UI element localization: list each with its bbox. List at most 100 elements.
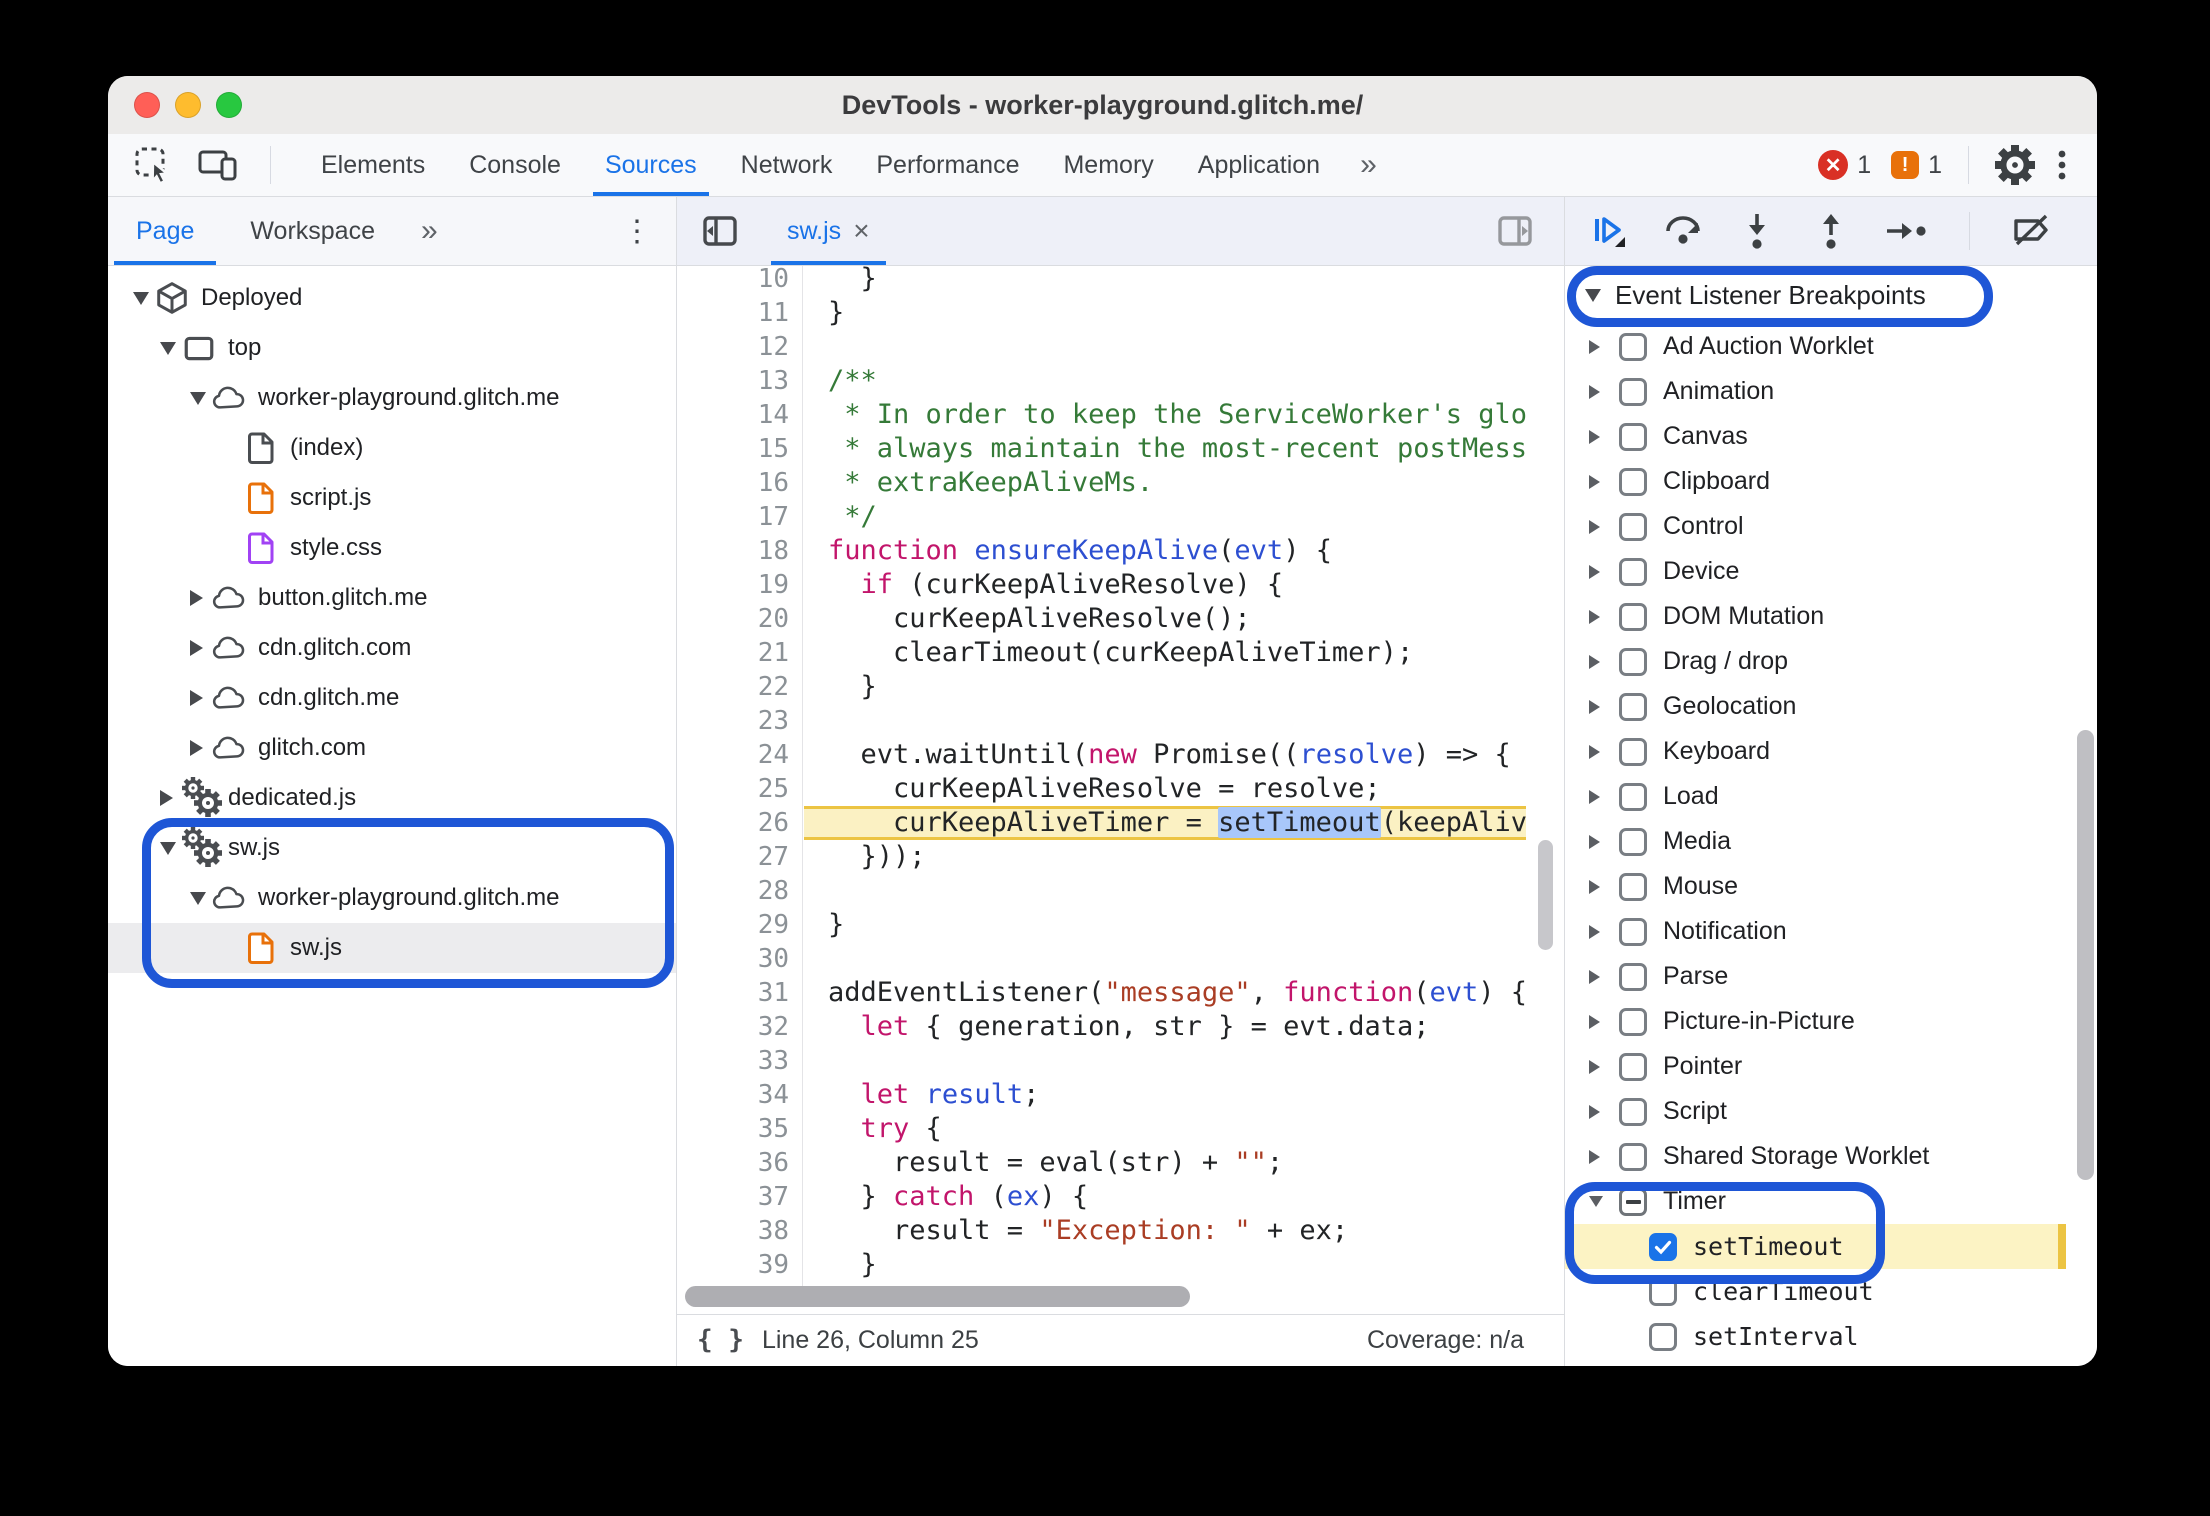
- breakpoint-category-animation[interactable]: Animation: [1565, 369, 2066, 414]
- line-number[interactable]: 19: [677, 568, 802, 602]
- line-number[interactable]: 32: [677, 1010, 802, 1044]
- tree-item-deployed[interactable]: Deployed: [108, 273, 676, 323]
- line-number[interactable]: 27: [677, 840, 802, 874]
- checkbox[interactable]: [1619, 377, 1647, 406]
- line-number[interactable]: 37: [677, 1180, 802, 1214]
- line-number[interactable]: 39: [677, 1248, 802, 1282]
- breakpoint-category-media[interactable]: Media: [1565, 819, 2066, 864]
- tab-elements[interactable]: Elements: [299, 134, 447, 196]
- line-number[interactable]: 21: [677, 636, 802, 670]
- code-editor[interactable]: }} /** * In order to keep the ServiceWork…: [804, 266, 1526, 1306]
- line-number[interactable]: 30: [677, 942, 802, 976]
- line-number[interactable]: 31: [677, 976, 802, 1010]
- minimize-window-button[interactable]: [175, 92, 201, 118]
- checkbox[interactable]: [1619, 332, 1647, 361]
- line-number[interactable]: 25: [677, 772, 802, 806]
- checkbox[interactable]: [1619, 737, 1647, 766]
- expand-icon[interactable]: [1589, 429, 1619, 444]
- step-over-icon[interactable]: [1663, 211, 1703, 251]
- line-number[interactable]: 33: [677, 1044, 802, 1078]
- checkbox[interactable]: [1619, 512, 1647, 541]
- checkbox[interactable]: [1619, 1097, 1647, 1126]
- checkbox[interactable]: [1649, 1322, 1677, 1351]
- checkbox[interactable]: [1619, 827, 1647, 856]
- tree-item-style.css[interactable]: style.css: [108, 523, 676, 573]
- checkbox[interactable]: [1619, 1007, 1647, 1036]
- editor-vertical-scrollbar[interactable]: [1538, 840, 1553, 950]
- checkbox-checked[interactable]: [1649, 1232, 1677, 1261]
- expand-icon[interactable]: [190, 740, 212, 756]
- tree-item-script.js[interactable]: script.js: [108, 473, 676, 523]
- expand-icon[interactable]: [160, 790, 182, 806]
- line-number[interactable]: 34: [677, 1078, 802, 1112]
- breakpoint-category-timer[interactable]: Timer: [1565, 1179, 2066, 1224]
- zoom-window-button[interactable]: [216, 92, 242, 118]
- breakpoint-category-load[interactable]: Load: [1565, 774, 2066, 819]
- tree-item-cdn.glitch.me[interactable]: cdn.glitch.me: [108, 673, 676, 723]
- tree-item-sw.js[interactable]: sw.js: [108, 923, 676, 973]
- warning-badge[interactable]: ! 1: [1891, 151, 1942, 180]
- close-tab-icon[interactable]: ×: [853, 215, 869, 247]
- expand-icon[interactable]: [190, 690, 212, 706]
- event-listener-breakpoints-header[interactable]: Event Listener Breakpoints: [1565, 266, 2097, 324]
- tab-sources[interactable]: Sources: [583, 134, 719, 196]
- close-window-button[interactable]: [134, 92, 160, 118]
- selected-token[interactable]: setTimeout: [1218, 807, 1381, 838]
- breakpoint-category-shared-storage-worklet[interactable]: Shared Storage Worklet: [1565, 1134, 2066, 1179]
- checkbox[interactable]: [1619, 557, 1647, 586]
- breakpoint-category-mouse[interactable]: Mouse: [1565, 864, 2066, 909]
- expand-icon[interactable]: [1589, 1059, 1619, 1074]
- line-number[interactable]: 12: [677, 330, 802, 364]
- checkbox[interactable]: [1619, 647, 1647, 676]
- expand-icon[interactable]: [1589, 789, 1619, 804]
- breakpoint-category-canvas[interactable]: Canvas: [1565, 414, 2066, 459]
- tree-item-top[interactable]: top: [108, 323, 676, 373]
- breakpoint-category-device[interactable]: Device: [1565, 549, 2066, 594]
- hide-navigator-icon[interactable]: [701, 212, 739, 250]
- inspect-element-icon[interactable]: [134, 146, 172, 184]
- tree-item-dedicated.js[interactable]: dedicated.js: [108, 773, 676, 823]
- step-into-icon[interactable]: [1737, 211, 1777, 251]
- line-number[interactable]: 29: [677, 908, 802, 942]
- checkbox[interactable]: [1619, 692, 1647, 721]
- collapse-icon[interactable]: [190, 391, 212, 405]
- more-tabs-icon[interactable]: »: [1342, 148, 1391, 182]
- tree-item--index-[interactable]: (index): [108, 423, 676, 473]
- breakpoint-category-notification[interactable]: Notification: [1565, 909, 2066, 954]
- editor-horizontal-scrollbar[interactable]: [685, 1286, 1190, 1307]
- expand-icon[interactable]: [1589, 1104, 1619, 1119]
- line-number[interactable]: 22: [677, 670, 802, 704]
- breakpoint-category-ad-auction-worklet[interactable]: Ad Auction Worklet: [1565, 324, 2066, 369]
- line-number[interactable]: 18: [677, 534, 802, 568]
- settings-gear-icon[interactable]: [1995, 145, 2035, 185]
- editor-tab-swjs[interactable]: sw.js ×: [769, 197, 888, 265]
- expand-icon[interactable]: [1589, 1014, 1619, 1029]
- expand-icon[interactable]: [1589, 969, 1619, 984]
- checkbox-indeterminate[interactable]: [1619, 1187, 1647, 1216]
- line-number[interactable]: 24: [677, 738, 802, 772]
- checkbox[interactable]: [1619, 467, 1647, 496]
- expand-icon[interactable]: [1589, 1149, 1619, 1164]
- collapse-icon[interactable]: [1589, 1196, 1619, 1207]
- breakpoint-event-settimeout[interactable]: setTimeout: [1565, 1224, 2066, 1269]
- expand-icon[interactable]: [190, 590, 212, 606]
- tree-item-glitch.com[interactable]: glitch.com: [108, 723, 676, 773]
- checkbox[interactable]: [1649, 1277, 1677, 1306]
- customize-menu-icon[interactable]: [2055, 147, 2069, 183]
- step-out-icon[interactable]: [1811, 211, 1851, 251]
- line-number[interactable]: 20: [677, 602, 802, 636]
- expand-icon[interactable]: [1589, 384, 1619, 399]
- checkbox[interactable]: [1619, 962, 1647, 991]
- collapse-icon[interactable]: [160, 341, 182, 355]
- checkbox[interactable]: [1619, 1142, 1647, 1171]
- tree-item-cdn.glitch.com[interactable]: cdn.glitch.com: [108, 623, 676, 673]
- expand-icon[interactable]: [1589, 339, 1619, 354]
- tab-page[interactable]: Page: [108, 197, 222, 265]
- breakpoint-category-control[interactable]: Control: [1565, 504, 2066, 549]
- breakpoint-category-keyboard[interactable]: Keyboard: [1565, 729, 2066, 774]
- breakpoint-category-parse[interactable]: Parse: [1565, 954, 2066, 999]
- expand-icon[interactable]: [1589, 519, 1619, 534]
- breakpoint-category-script[interactable]: Script: [1565, 1089, 2066, 1134]
- breakpoint-category-drag-drop[interactable]: Drag / drop: [1565, 639, 2066, 684]
- breakpoint-category-pointer[interactable]: Pointer: [1565, 1044, 2066, 1089]
